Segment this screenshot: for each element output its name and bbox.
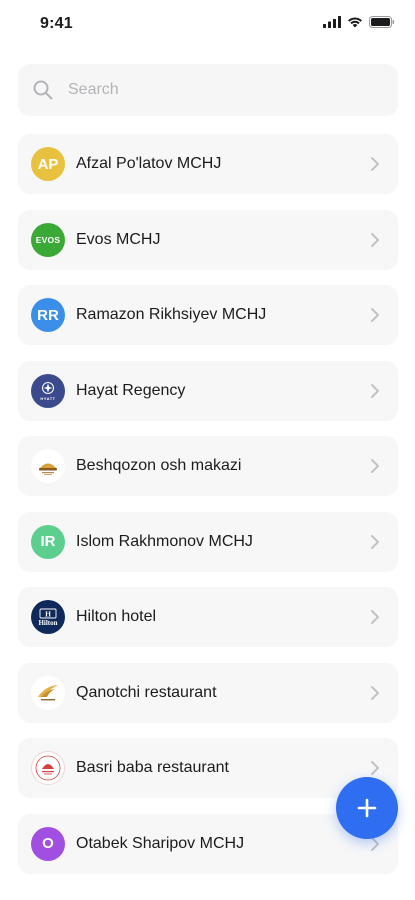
avatar: IR bbox=[31, 524, 65, 559]
add-button[interactable] bbox=[336, 777, 398, 839]
qanotchi-logo bbox=[38, 684, 58, 700]
list-item[interactable]: EVOS Evos MCHJ bbox=[18, 209, 398, 270]
avatar: AP bbox=[31, 147, 65, 181]
hilton-logo: Hilton bbox=[38, 618, 58, 627]
list-item-label: Islom Rakhmonov MCHJ bbox=[76, 532, 253, 550]
evos-logo: EVOS bbox=[35, 234, 61, 245]
list-item-label: Ramazon Rikhsiyev MCHJ bbox=[76, 306, 267, 323]
avatar-initials: O bbox=[42, 835, 54, 852]
list-item-label: Basri baba restaurant bbox=[76, 759, 229, 776]
avatar: H Hilton bbox=[31, 600, 65, 634]
status-bar: 9:41 bbox=[0, 0, 415, 50]
list-item-label: Qanotchi restaurant bbox=[76, 683, 217, 701]
list-item-label: Afzal Po'latov MCHJ bbox=[76, 155, 222, 172]
list-item-label: Hayat Regency bbox=[76, 381, 186, 399]
list-item[interactable]: H Hilton Hilton hotel bbox=[18, 587, 398, 647]
status-time: 9:41 bbox=[40, 15, 73, 32]
svg-text:H: H bbox=[45, 609, 51, 618]
list-item-label: Hilton hotel bbox=[76, 608, 157, 625]
battery-icon bbox=[369, 16, 395, 28]
list-item-label: Otabek Sharipov MCHJ bbox=[76, 834, 245, 852]
search-bar[interactable] bbox=[18, 64, 398, 116]
list-item[interactable]: AP Afzal Po'latov MCHJ bbox=[18, 134, 398, 194]
list-item[interactable]: Qanotchi restaurant bbox=[18, 662, 398, 723]
search-input[interactable] bbox=[68, 81, 368, 99]
hyatt-logo: HYATT bbox=[40, 395, 56, 401]
chevron-right-icon bbox=[371, 157, 379, 171]
list-item-label: Beshqozon osh makazi bbox=[76, 457, 242, 474]
chevron-right-icon bbox=[371, 308, 379, 322]
avatar: HYATT bbox=[31, 373, 65, 408]
chevron-right-icon bbox=[371, 383, 379, 398]
company-list: AP Afzal Po'latov MCHJ EVOS Evos MCHJ RR… bbox=[18, 134, 398, 889]
list-item[interactable]: RR Ramazon Rikhsiyev MCHJ bbox=[18, 285, 398, 345]
chevron-right-icon bbox=[371, 610, 379, 624]
wifi-icon bbox=[348, 17, 362, 28]
basri-baba-logo bbox=[35, 755, 61, 781]
chevron-right-icon bbox=[371, 761, 379, 775]
list-item[interactable]: HYATT Hayat Regency bbox=[18, 360, 398, 421]
plus-icon bbox=[357, 798, 377, 818]
avatar bbox=[31, 449, 65, 483]
avatar-initials: IR bbox=[40, 533, 56, 550]
list-item[interactable]: Beshqozon osh makazi bbox=[18, 436, 398, 496]
chevron-right-icon bbox=[371, 232, 379, 247]
chevron-right-icon bbox=[371, 685, 379, 700]
search-icon bbox=[33, 80, 53, 100]
chevron-right-icon bbox=[371, 534, 379, 549]
status-icons bbox=[323, 16, 395, 28]
hilton-logo-mark: H bbox=[39, 608, 57, 618]
hyatt-logo-mark bbox=[42, 381, 54, 394]
avatar: O bbox=[31, 826, 65, 861]
avatar-initials: RR bbox=[37, 306, 59, 324]
list-item-label: Evos MCHJ bbox=[76, 230, 161, 248]
cellular-signal-icon bbox=[323, 16, 341, 28]
avatar bbox=[31, 675, 65, 710]
avatar-initials: AP bbox=[37, 155, 59, 173]
list-item[interactable]: IR Islom Rakhmonov MCHJ bbox=[18, 511, 398, 572]
chevron-right-icon bbox=[371, 459, 379, 473]
avatar: RR bbox=[31, 298, 65, 332]
avatar: EVOS bbox=[31, 222, 65, 257]
avatar bbox=[31, 751, 65, 785]
beshqozon-logo bbox=[39, 463, 57, 475]
